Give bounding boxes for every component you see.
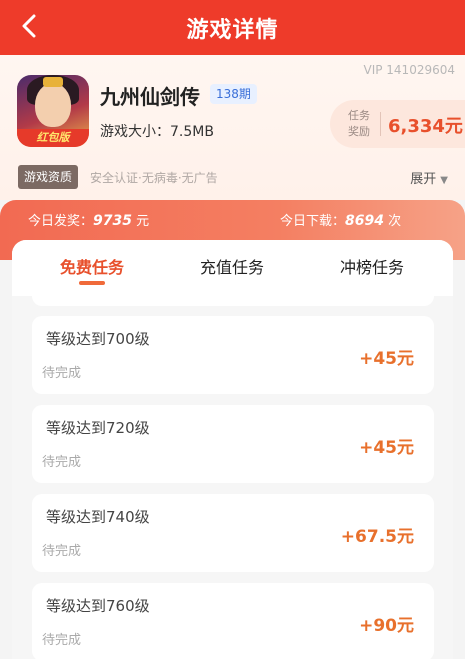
game-info-section: VIP 141029604 红包版 九州仙剑传 138期 游戏大小：7.5MB … [0,55,465,200]
today-download: 今日下载：8694 次 [280,210,401,229]
tab-free-tasks[interactable]: 免费任务 [32,254,152,278]
task-name: 等级达到720级 [46,419,150,437]
today-download-unit: 次 [388,214,402,229]
game-icon-badge: 红包版 [17,129,89,147]
task-status: 待完成 [42,633,82,648]
today-download-label: 今日下载： [280,214,346,229]
tab-underline [79,281,105,285]
task-reward: +45元 [359,349,414,369]
divider [380,112,381,136]
top-bar: 游戏详情 [0,0,465,55]
task-reward: +90元 [359,616,414,636]
task-status: 待完成 [42,455,82,470]
task-name: 等级达到700级 [46,330,150,348]
game-size: 游戏大小：7.5MB [100,124,214,140]
task-name: 等级达到740级 [46,508,150,526]
qualification-row: 游戏资质 安全认证·无病毒·无广告 展开 ▼ [18,165,448,189]
vip-id: VIP 141029604 [363,63,455,77]
period-badge: 138期 [210,84,257,104]
list-item[interactable]: 等级达到740级 待完成 +67.5元 [32,494,434,572]
caret-down-icon: ▼ [440,175,448,186]
page-title: 游戏详情 [186,18,279,43]
today-reward-label: 今日发奖： [28,214,94,229]
today-reward: 今日发奖：9735 元 [28,210,149,229]
task-reward-box: 任务奖励 6,334元 [330,100,465,148]
list-item[interactable]: 等级达到720级 待完成 +45元 [32,405,434,483]
list-item[interactable]: 等级达到760级 待完成 +90元 [32,583,434,659]
qualification-text: 安全认证·无病毒·无广告 [90,171,218,185]
list-item-partial [32,290,434,306]
task-status: 待完成 [42,544,82,559]
today-download-value: 8694 [345,213,384,229]
today-reward-unit: 元 [136,214,150,229]
today-reward-value: 9735 [93,213,132,229]
task-reward-label: 任务奖励 [348,109,370,138]
expand-button[interactable]: 展开 ▼ [410,168,448,187]
task-reward: +45元 [359,438,414,458]
task-reward-value: 6,334元 [388,116,463,137]
task-panel: 免费任务 充值任务 冲榜任务 等级达到700级 待完成 +45元 等级达到720… [12,240,453,659]
task-reward: +67.5元 [340,527,414,547]
task-tabs: 免费任务 充值任务 冲榜任务 [12,240,453,296]
list-item[interactable]: 等级达到700级 待完成 +45元 [32,316,434,394]
expand-label: 展开 [410,172,437,187]
tab-recharge-tasks[interactable]: 充值任务 [172,254,292,278]
qualification-tag: 游戏资质 [18,165,79,189]
task-name: 等级达到760级 [46,597,150,615]
game-icon-face [35,83,71,127]
tab-ranking-tasks[interactable]: 冲榜任务 [312,254,432,278]
game-icon[interactable]: 红包版 [17,75,89,147]
game-icon-crown [43,77,63,87]
game-name: 九州仙剑传 [100,85,200,109]
task-status: 待完成 [42,366,82,381]
